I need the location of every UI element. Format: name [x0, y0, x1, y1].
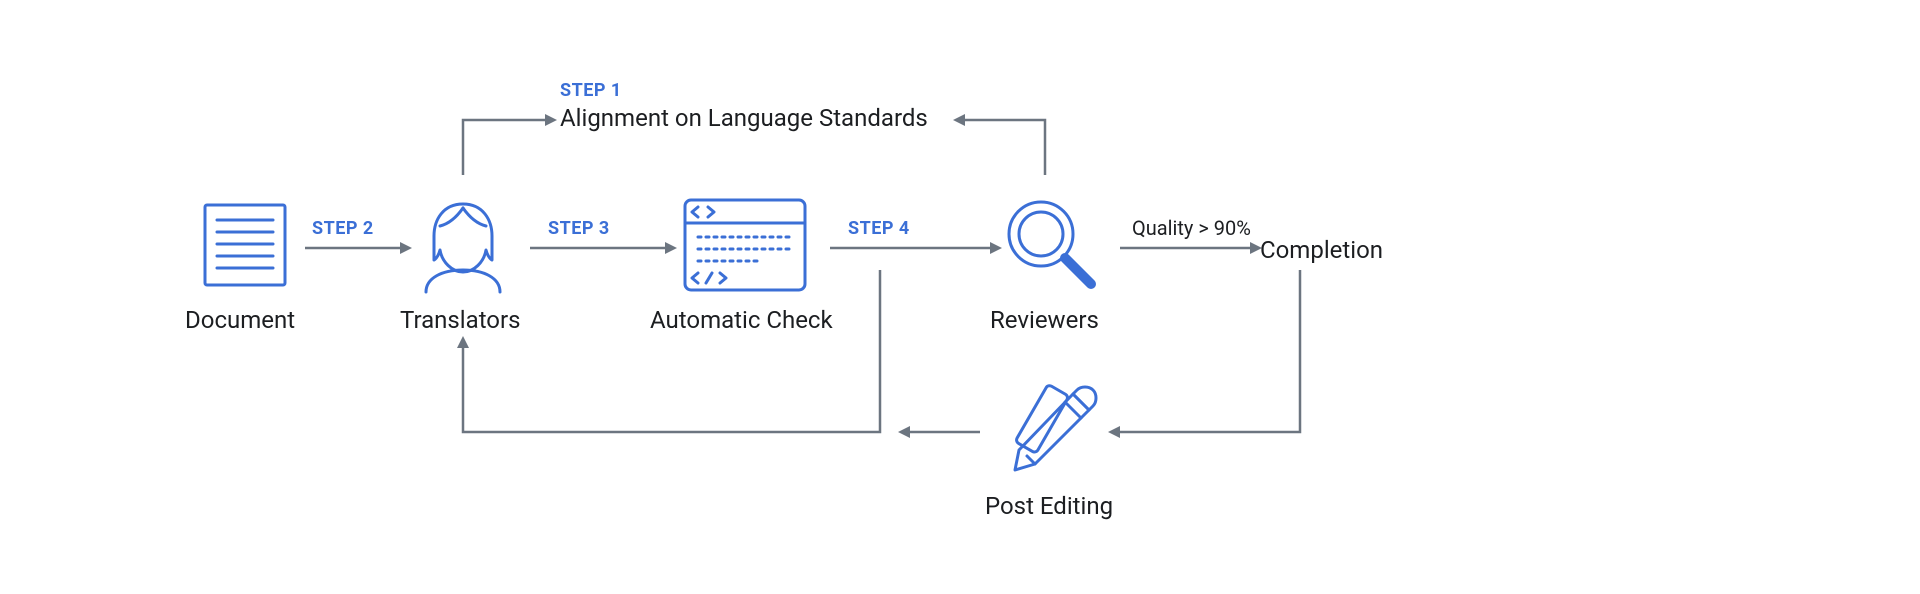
document-label: Document: [185, 306, 295, 334]
translator-icon: [408, 190, 518, 300]
step1-tag: STEP 1: [560, 80, 622, 101]
document-icon: [195, 195, 295, 295]
step3-tag: STEP 3: [548, 218, 610, 239]
step4-tag: STEP 4: [848, 218, 910, 239]
postedit-label: Post Editing: [985, 492, 1113, 520]
autocheck-label: Automatic Check: [650, 306, 833, 334]
translators-label: Translators: [400, 306, 521, 334]
reviewers-label: Reviewers: [990, 306, 1099, 334]
completion-label: Completion: [1260, 236, 1383, 264]
diagram-stage: Document Translators Automatic Check Rev…: [0, 0, 1920, 594]
step1-title: Alignment on Language Standards: [560, 104, 928, 132]
step2-tag: STEP 2: [312, 218, 374, 239]
quality-condition: Quality > 90%: [1132, 216, 1251, 240]
magnifier-icon: [993, 190, 1103, 300]
code-window-icon: [680, 195, 810, 295]
arrows-layer: [0, 0, 1920, 594]
pencil-icon-alt: [995, 378, 1105, 488]
